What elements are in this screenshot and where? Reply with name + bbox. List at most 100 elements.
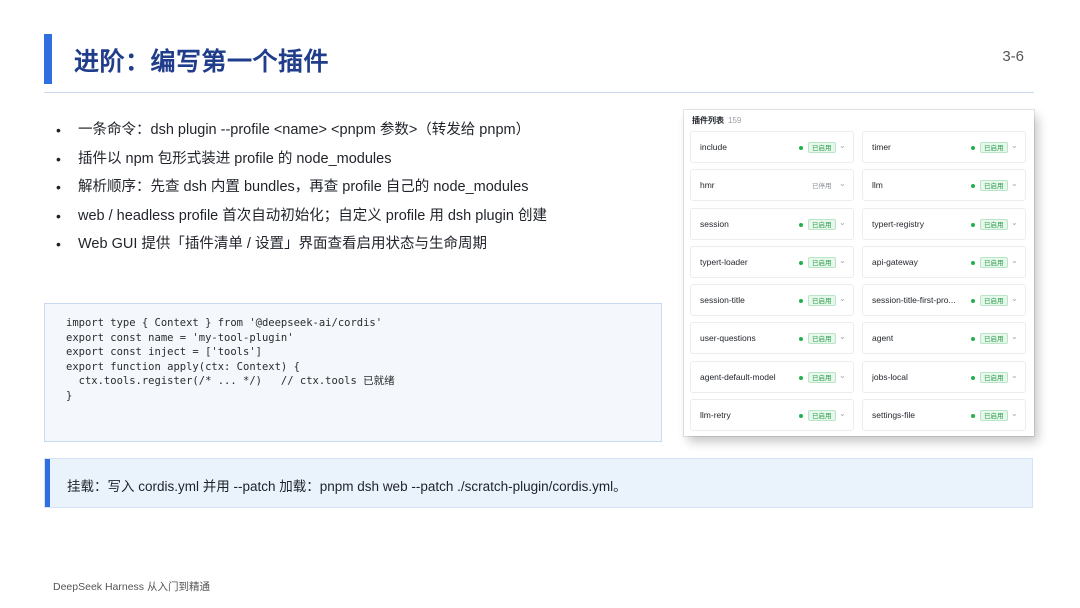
plugin-card[interactable]: hmr 已停用 ⌄	[690, 169, 854, 202]
bullet-list: • 一条命令：dsh plugin --profile <name> <pnpm …	[56, 122, 676, 265]
status-badge[interactable]: 已启用	[808, 295, 836, 307]
plugin-list-title: 插件列表	[692, 116, 724, 125]
plugin-card[interactable]: typert-loader 已启用 ⌄	[690, 245, 854, 278]
chevron-down-icon[interactable]: ⌄	[1011, 256, 1018, 265]
plugin-name: user-questions	[700, 333, 756, 344]
plugin-card[interactable]: typert-registry 已启用 ⌄	[862, 207, 1026, 240]
status-dot-icon	[799, 337, 803, 342]
status-dot-icon	[799, 299, 803, 304]
page-number: 3-6	[1002, 48, 1024, 65]
plugin-card[interactable]: llm 已启用 ⌄	[862, 169, 1026, 202]
plugin-name: agent-default-model	[700, 371, 776, 382]
plugin-name: llm-retry	[700, 410, 731, 421]
plugin-name: jobs-local	[872, 371, 908, 382]
status-dot-icon	[799, 146, 803, 150]
plugin-name: api-gateway	[872, 256, 918, 267]
status-badge[interactable]: 已启用	[980, 180, 1008, 192]
plugin-card[interactable]: include 已启用 ⌄	[690, 131, 854, 163]
bullet-text: 一条命令：dsh plugin --profile <name> <pnpm 参…	[78, 122, 531, 138]
plugin-name: include	[700, 142, 727, 152]
plugin-name: session-title-first-pro...	[872, 295, 956, 306]
plugin-name: settings-file	[872, 410, 915, 421]
plugin-card[interactable]: agent-default-model 已启用 ⌄	[690, 360, 854, 393]
note-accent-bar	[45, 459, 50, 507]
bullet-dot-icon: •	[56, 150, 61, 167]
status-dot-icon	[799, 375, 803, 380]
chevron-down-icon[interactable]: ⌄	[839, 371, 846, 380]
bullet-text: 插件以 npm 包形式装进 profile 的 node_modules	[78, 150, 392, 167]
mount-note: 挂载：写入 cordis.yml 并用 --patch 加载：pnpm dsh …	[44, 458, 1033, 508]
plugin-name: hmr	[700, 180, 715, 191]
status-badge[interactable]: 已启用	[980, 142, 1008, 153]
plugin-card[interactable]: session-title 已启用 ⌄	[690, 284, 854, 317]
bullet-dot-icon: •	[56, 122, 61, 138]
bullet-text: web / headless profile 首次自动初始化；自定义 profi…	[78, 207, 547, 224]
status-badge[interactable]: 已启用	[808, 371, 836, 383]
bullet-dot-icon: •	[56, 207, 61, 224]
chevron-down-icon[interactable]: ⌄	[839, 141, 846, 150]
list-item: • Web GUI 提供「插件清单 / 设置」界面查看启用状态与生命周期	[56, 236, 676, 265]
status-badge[interactable]: 已启用	[808, 218, 836, 230]
status-dot-icon	[971, 222, 975, 227]
status-dot-icon	[799, 414, 803, 419]
status-badge[interactable]: 已启用	[808, 333, 836, 345]
plugin-card[interactable]: jobs-local 已启用 ⌄	[862, 360, 1026, 393]
code-text: import type { Context } from '@deepseek-…	[66, 317, 395, 402]
status-badge[interactable]: 已启用	[980, 371, 1008, 383]
chevron-down-icon[interactable]: ⌄	[1011, 332, 1018, 341]
plugin-name: session	[700, 218, 729, 229]
chevron-down-icon[interactable]: ⌄	[1011, 141, 1018, 150]
status-badge[interactable]: 已停用	[808, 180, 836, 192]
chevron-down-icon[interactable]: ⌄	[1011, 371, 1018, 380]
title-divider	[44, 92, 1034, 93]
plugin-name: agent	[872, 333, 894, 344]
status-badge[interactable]: 已启用	[980, 333, 1008, 345]
note-text: 挂载：写入 cordis.yml 并用 --patch 加载：pnpm dsh …	[67, 479, 627, 494]
status-badge[interactable]: 已启用	[980, 218, 1008, 230]
chevron-down-icon[interactable]: ⌄	[1011, 294, 1018, 303]
plugin-card[interactable]: llm-retry 已启用 ⌄	[690, 399, 854, 432]
list-item: • web / headless profile 首次自动初始化；自定义 prof…	[56, 208, 676, 237]
chevron-down-icon[interactable]: ⌄	[839, 332, 846, 341]
bullet-dot-icon: •	[56, 179, 61, 195]
page-title: 进阶：编写第一个插件	[74, 48, 330, 76]
chevron-down-icon[interactable]: ⌄	[1011, 409, 1018, 418]
plugin-name: typert-registry	[872, 218, 924, 229]
chevron-down-icon[interactable]: ⌄	[1011, 179, 1018, 188]
chevron-down-icon[interactable]: ⌄	[1011, 218, 1018, 227]
plugin-card[interactable]: api-gateway 已启用 ⌄	[862, 245, 1026, 278]
code-block: import type { Context } from '@deepseek-…	[44, 303, 662, 442]
status-badge[interactable]: 已启用	[808, 142, 836, 153]
plugin-card[interactable]: user-questions 已启用 ⌄	[690, 322, 854, 355]
chevron-down-icon[interactable]: ⌄	[839, 256, 846, 265]
status-dot-icon	[799, 260, 803, 265]
plugin-grid: include 已启用 ⌄ timer 已启用 ⌄ hmr 已停用 ⌄ llm 已启用 ⌄ sessio…	[690, 131, 1026, 432]
plugin-name: timer	[872, 142, 891, 152]
plugin-name: llm	[872, 180, 883, 191]
list-item: • 插件以 npm 包形式装进 profile 的 node_modules	[56, 151, 676, 180]
plugin-card[interactable]: timer 已启用 ⌄	[862, 131, 1026, 163]
status-badge[interactable]: 已启用	[808, 410, 836, 422]
plugin-card[interactable]: agent 已启用 ⌄	[862, 322, 1026, 355]
status-badge[interactable]: 已启用	[980, 256, 1008, 268]
bullet-text: Web GUI 提供「插件清单 / 设置」界面查看启用状态与生命周期	[78, 236, 487, 252]
plugin-card[interactable]: session 已启用 ⌄	[690, 207, 854, 240]
status-dot-icon	[971, 184, 975, 189]
plugin-count: 159	[728, 116, 742, 125]
title-accent-bar	[44, 34, 52, 84]
bullet-dot-icon: •	[56, 236, 61, 252]
status-badge[interactable]: 已启用	[980, 295, 1008, 307]
plugin-list-header: 插件列表 159	[692, 115, 741, 126]
status-dot-icon	[971, 337, 975, 342]
chevron-down-icon[interactable]: ⌄	[839, 179, 846, 188]
bullet-text: 解析顺序：先查 dsh 内置 bundles，再查 profile 自己的 no…	[78, 179, 529, 195]
plugin-card[interactable]: session-title-first-pro... 已启用 ⌄	[862, 284, 1026, 317]
plugin-card[interactable]: settings-file 已启用 ⌄	[862, 399, 1026, 432]
status-badge[interactable]: 已启用	[808, 256, 836, 268]
status-dot-icon	[971, 299, 975, 304]
chevron-down-icon[interactable]: ⌄	[839, 409, 846, 418]
chevron-down-icon[interactable]: ⌄	[839, 294, 846, 303]
plugin-name: session-title	[700, 295, 745, 306]
chevron-down-icon[interactable]: ⌄	[839, 218, 846, 227]
status-badge[interactable]: 已启用	[980, 410, 1008, 422]
